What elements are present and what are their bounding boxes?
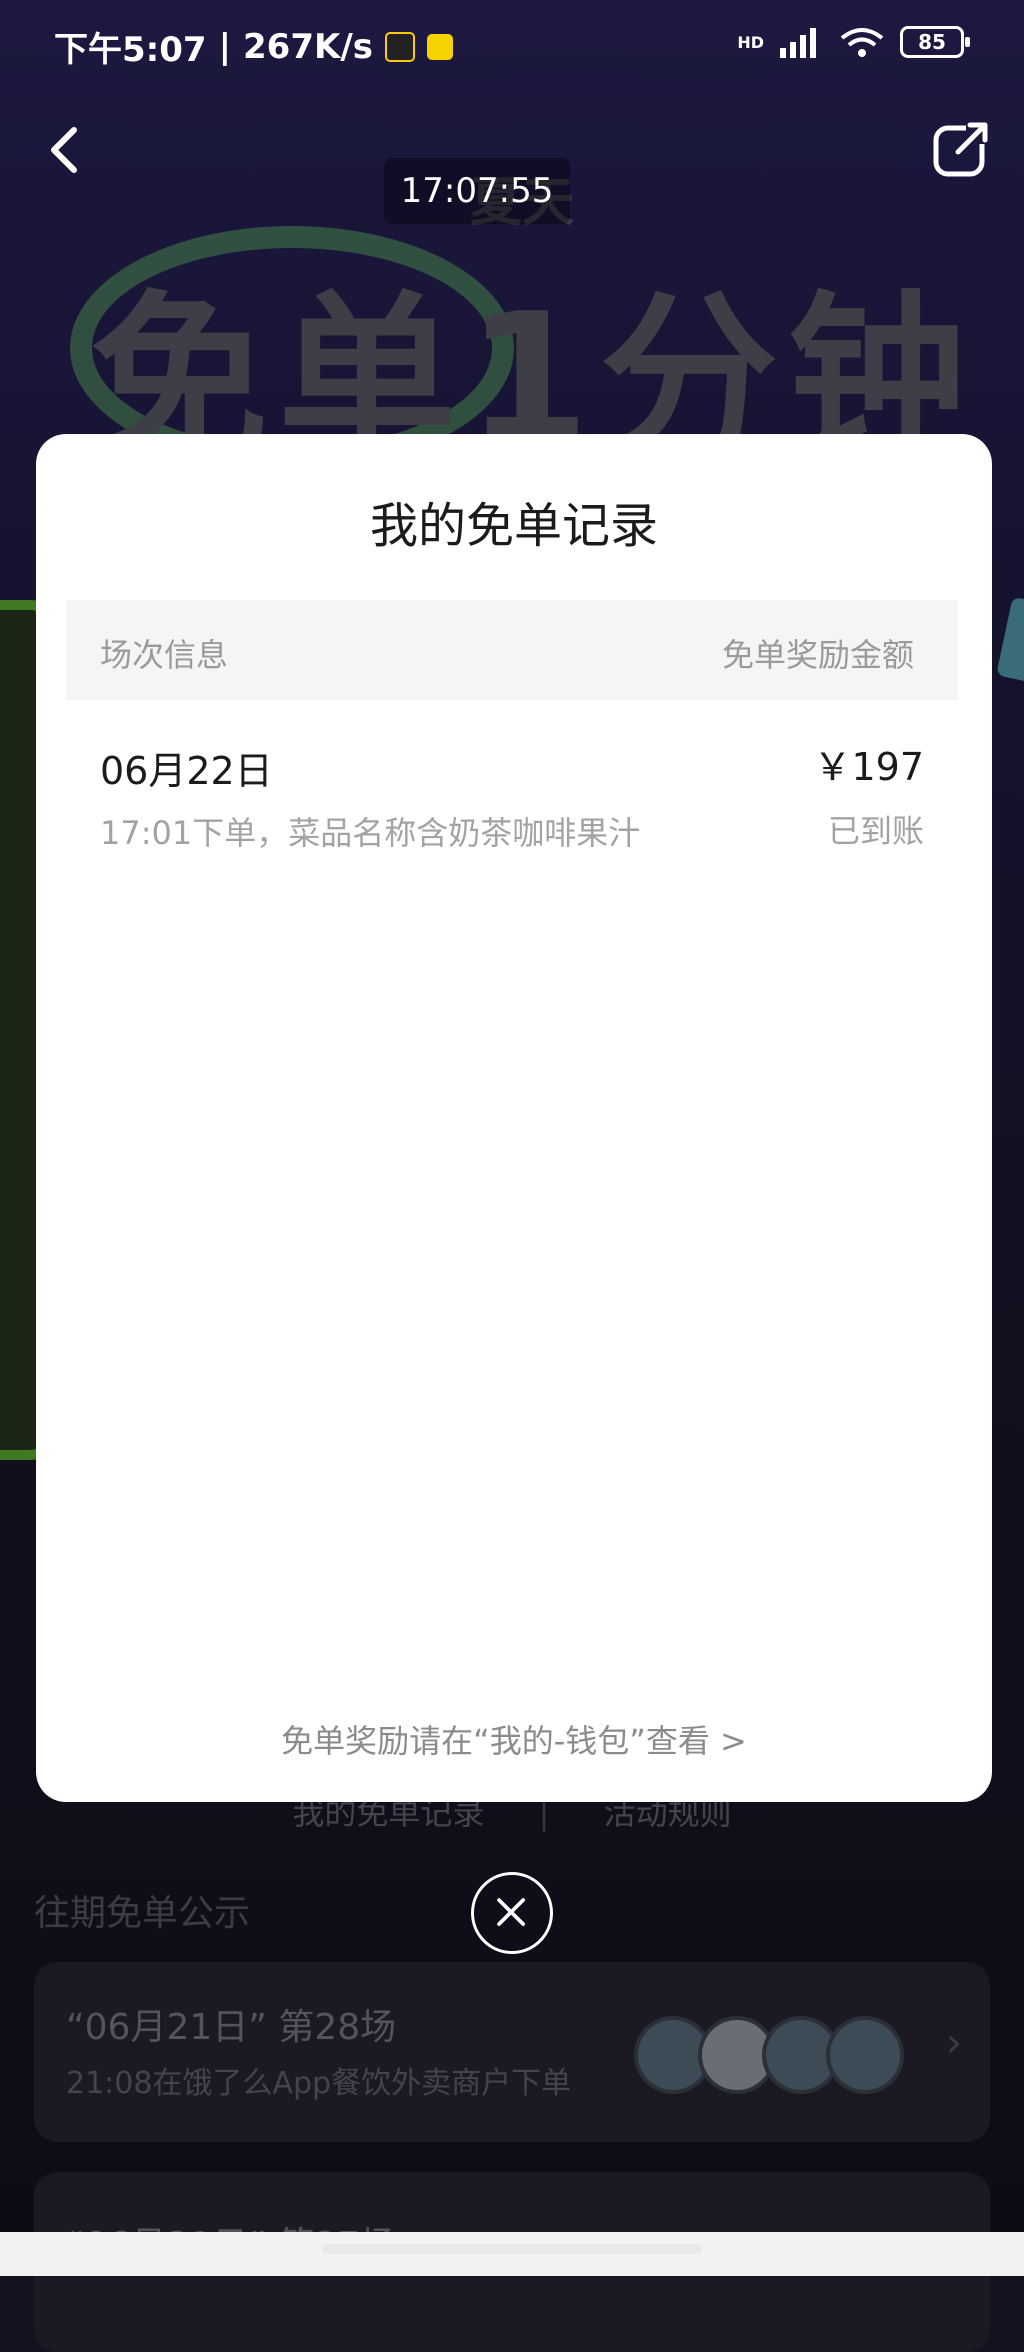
side-decoration	[996, 596, 1024, 684]
chevron-right-icon: ›	[946, 2020, 962, 2066]
record-row: 06月22日 17:01下单，菜品名称含奶茶咖啡果汁 ￥197 已到账	[66, 730, 958, 870]
status-time: 下午5:07	[54, 30, 207, 70]
past-winners-title: 往期免单公示	[34, 1893, 251, 1934]
wallet-link[interactable]: 免单奖励请在“我的-钱包”查看 >	[36, 1716, 992, 1762]
record-status: 已到账	[827, 812, 924, 850]
status-right: HD 85	[737, 26, 970, 58]
back-button[interactable]	[40, 122, 90, 178]
status-bar: 下午5:07 | 267K/s HD 85	[0, 0, 1024, 100]
close-button[interactable]	[471, 1872, 553, 1954]
record-date: 06月22日	[100, 749, 273, 793]
record-description: 17:01下单，菜品名称含奶茶咖啡果汁	[100, 814, 641, 852]
header-reward-amount: 免单奖励金额	[721, 636, 914, 674]
winner-avatars	[634, 2016, 904, 2094]
record-amount: ￥197	[813, 745, 924, 789]
past-round-title: “06月21日” 第28场	[66, 2007, 397, 2048]
app-notification-icon	[426, 33, 453, 60]
status-left: 下午5:07 | 267K/s	[54, 22, 453, 71]
signal-icon	[780, 28, 816, 58]
network-speed: 267K/s	[243, 26, 373, 67]
status-separator: |	[218, 26, 231, 67]
wifi-icon	[840, 28, 884, 57]
share-button[interactable]	[930, 118, 992, 180]
past-round-card[interactable]: “06月21日” 第28场 21:08在饿了么App餐饮外卖商户下单 ›	[34, 1962, 990, 2142]
avatar	[826, 2016, 904, 2094]
battery-indicator: 85	[900, 26, 970, 58]
countdown-timer: 17:07:55	[384, 158, 570, 224]
modal-title: 我的免单记录	[369, 498, 658, 554]
header-session-info: 场次信息	[100, 636, 229, 674]
navigation-area	[0, 2232, 1024, 2276]
table-header: 场次信息 免单奖励金额	[66, 600, 958, 700]
hd-indicator: HD	[737, 32, 764, 52]
free-order-records-modal: 我的免单记录 场次信息 免单奖励金额 06月22日 17:01下单，菜品名称含奶…	[36, 434, 992, 1802]
qq-icon	[384, 31, 415, 62]
past-round-desc: 21:08在饿了么App餐饮外卖商户下单	[66, 2066, 572, 2101]
home-indicator[interactable]	[322, 2244, 702, 2254]
